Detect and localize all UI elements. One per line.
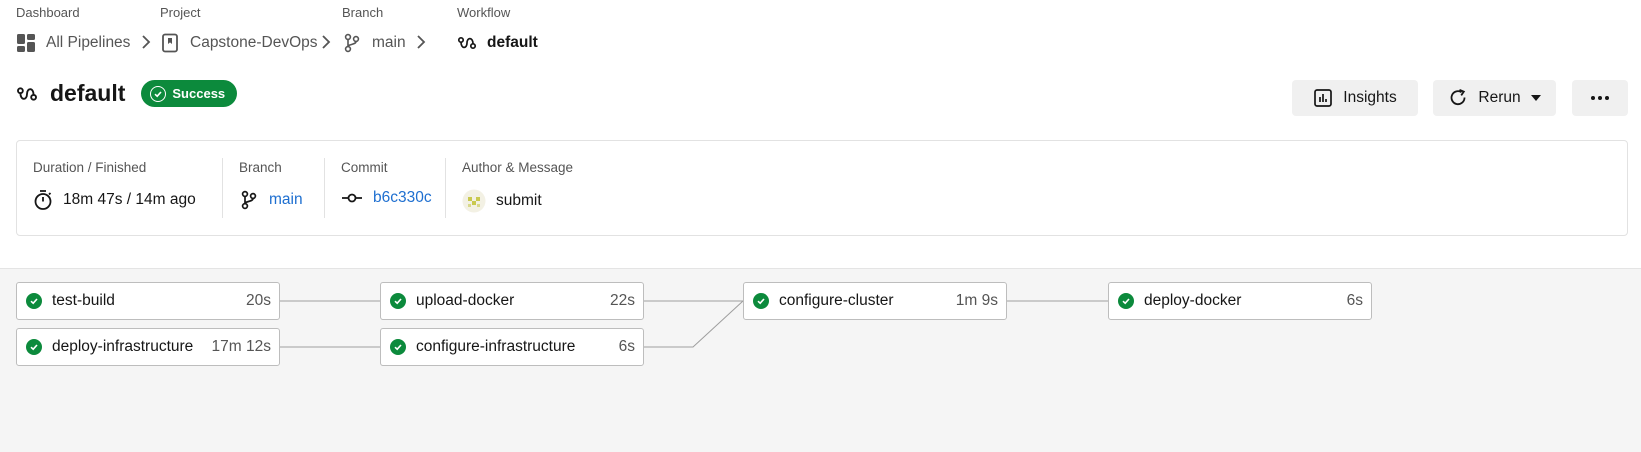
job-name: upload-docker (416, 292, 515, 309)
breadcrumb-value: All Pipelines (46, 34, 131, 51)
branch-value: main (269, 191, 303, 208)
page-title: default (50, 80, 126, 106)
rerun-button[interactable]: Rerun (1433, 80, 1556, 116)
rerun-button-label: Rerun (1478, 89, 1521, 106)
more-horizontal-icon (1591, 96, 1609, 100)
breadcrumb-label: Workflow (457, 5, 511, 20)
avatar[interactable] (462, 189, 486, 213)
breadcrumb-link-project[interactable]: Capstone-DevOps (160, 33, 318, 53)
success-icon (753, 293, 769, 309)
duration-label: Duration / Finished (33, 160, 147, 175)
workflow-graph: test-build 20s deploy-infrastructure 17m… (0, 268, 1641, 452)
breadcrumb-value: default (487, 34, 538, 51)
breadcrumb-current-workflow: default (457, 33, 538, 53)
job-name: test-build (52, 292, 115, 309)
breadcrumb-label: Project (160, 5, 201, 20)
success-icon (26, 293, 42, 309)
bookmark-icon (162, 33, 178, 53)
breadcrumb-link-branch[interactable]: main (342, 33, 406, 53)
job-duration: 20s (246, 292, 271, 309)
branch-icon (241, 190, 257, 210)
commit-value: b6c330c (373, 189, 432, 206)
page-header: default Success (16, 80, 238, 107)
chevron-right-icon (322, 35, 331, 49)
job-configure-infrastructure[interactable]: configure-infrastructure 6s (380, 328, 644, 366)
check-circle-icon (150, 85, 167, 102)
job-name: deploy-infrastructure (52, 338, 194, 355)
chevron-right-icon (142, 35, 151, 49)
author-label: Author & Message (462, 160, 574, 175)
commit-link[interactable]: b6c330c (341, 189, 432, 207)
author-value-row: submit (462, 189, 542, 213)
pipeline-info-panel: Duration / Finished 18m 47s / 14m ago Br… (16, 140, 1628, 236)
more-options-button[interactable] (1572, 80, 1628, 116)
dashboard-icon (17, 34, 35, 52)
rerun-icon (1451, 88, 1466, 106)
job-configure-cluster[interactable]: configure-cluster 1m 9s (743, 282, 1007, 320)
breadcrumb-value: main (372, 34, 406, 51)
commit-icon (342, 193, 362, 203)
commit-message: submit (496, 192, 542, 209)
breadcrumb-label: Dashboard (16, 5, 80, 20)
status-badge-label: Success (172, 86, 226, 101)
job-name: configure-infrastructure (416, 338, 576, 355)
job-name: configure-cluster (779, 292, 894, 309)
chevron-right-icon (417, 35, 426, 49)
job-duration: 22s (610, 292, 635, 309)
success-icon (390, 339, 406, 355)
success-icon (1118, 293, 1134, 309)
bar-chart-icon (1314, 89, 1333, 107)
breadcrumb-link-all-pipelines[interactable]: All Pipelines (16, 33, 130, 53)
branch-label: Branch (239, 160, 282, 175)
divider (324, 158, 325, 218)
job-deploy-docker[interactable]: deploy-docker 6s (1108, 282, 1372, 320)
workflow-icon (457, 36, 477, 50)
insights-button[interactable]: Insights (1292, 80, 1418, 116)
success-icon (390, 293, 406, 309)
branch-link[interactable]: main (239, 189, 303, 211)
job-test-build[interactable]: test-build 20s (16, 282, 280, 320)
job-duration: 1m 9s (955, 292, 998, 309)
job-name: deploy-docker (1144, 292, 1242, 309)
breadcrumb-label: Branch (342, 5, 384, 20)
job-duration: 6s (618, 338, 635, 355)
divider (445, 158, 446, 218)
job-deploy-infrastructure[interactable]: deploy-infrastructure 17m 12s (16, 328, 280, 366)
success-icon (26, 339, 42, 355)
duration-value-row: 18m 47s / 14m ago (33, 189, 196, 211)
job-upload-docker[interactable]: upload-docker 22s (380, 282, 644, 320)
job-duration: 6s (1346, 292, 1363, 309)
divider (222, 158, 223, 218)
breadcrumb-value: Capstone-DevOps (190, 34, 318, 51)
job-duration: 17m 12s (211, 338, 271, 355)
insights-button-label: Insights (1343, 89, 1397, 106)
commit-label: Commit (341, 160, 388, 175)
workflow-icon (17, 86, 37, 101)
branch-icon (344, 33, 360, 53)
pipeline-page: Dashboard All Pipelines Project Capstone… (0, 0, 1641, 452)
status-badge: Success (141, 80, 238, 107)
duration-value: 18m 47s / 14m ago (63, 191, 196, 208)
caret-down-icon (1530, 95, 1541, 101)
stopwatch-icon (34, 190, 52, 210)
